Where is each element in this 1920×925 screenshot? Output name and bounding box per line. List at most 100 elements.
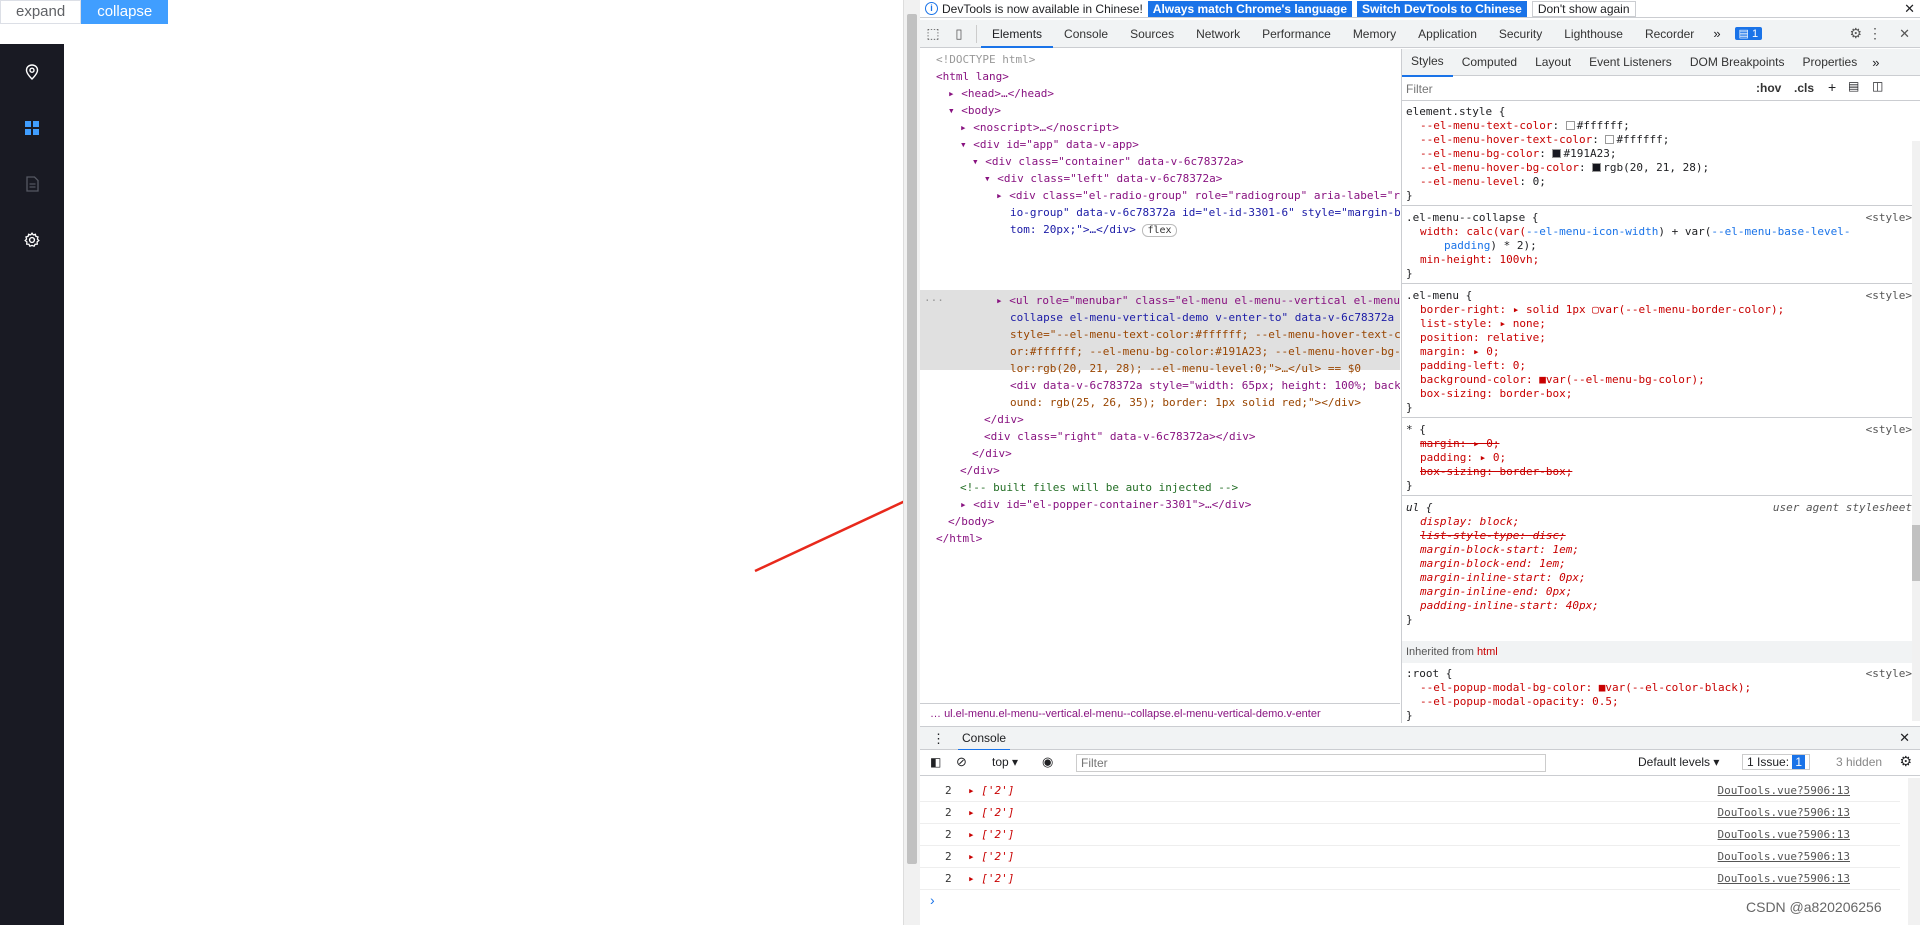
console-prompt[interactable]: › <box>930 892 935 908</box>
collapse-selector[interactable]: .el-menu--collapse { <box>1406 211 1538 225</box>
close-icon[interactable]: ✕ <box>1904 1 1915 17</box>
tab-elements[interactable]: Elements <box>981 20 1054 48</box>
dom-close-left[interactable]: </div> <box>984 413 1024 427</box>
color-swatch[interactable] <box>1605 135 1615 144</box>
collapse-minheight-prop[interactable]: min-height: 100vh; <box>1420 253 1539 267</box>
root-prop-2[interactable]: --el-popup-modal-opacity: 0.5; <box>1420 695 1619 709</box>
tab-computed[interactable]: Computed <box>1453 49 1526 76</box>
tab-performance[interactable]: Performance <box>1251 20 1342 48</box>
ul-prop-5[interactable]: margin-inline-start: 0px; <box>1420 571 1586 585</box>
console-drawer-tab[interactable]: Console <box>958 727 1011 751</box>
tab-application[interactable]: Application <box>1407 20 1488 48</box>
dom-div-spacer-1[interactable]: <div data-v-6c78372a style="width: 65px;… <box>1010 379 1400 393</box>
tab-recorder[interactable]: Recorder <box>1634 20 1705 48</box>
log-source-link[interactable]: DouTools.vue?5906:13 <box>1718 846 1850 868</box>
log-message[interactable]: ▸ ['2'] <box>968 846 1014 868</box>
root-selector[interactable]: :root { <box>1406 667 1452 681</box>
tab-event-listeners[interactable]: Event Listeners <box>1580 49 1681 76</box>
cls-toggle[interactable]: .cls <box>1794 81 1814 95</box>
add-rule-icon[interactable]: + <box>1828 79 1836 95</box>
styles-scroll-thumb[interactable] <box>1912 525 1920 581</box>
match-language-button[interactable]: Always match Chrome's language <box>1147 0 1353 17</box>
dom-app[interactable]: ▾ <div id="app" data-v-app> <box>960 138 1139 152</box>
menu-prop-7[interactable]: box-sizing: border-box; <box>1420 387 1572 401</box>
console-log-row[interactable]: 2 ▸ ['2'] DouTools.vue?5906:13 <box>920 802 1900 824</box>
tab-properties[interactable]: Properties <box>1794 49 1867 76</box>
color-swatch[interactable] <box>1565 121 1575 130</box>
ul-prop-1[interactable]: display: block; <box>1420 515 1519 529</box>
tab-styles[interactable]: Styles <box>1402 49 1453 77</box>
elements-tree[interactable]: <!DOCTYPE html> <html lang> ▸ <head>…</h… <box>920 49 1400 703</box>
console-settings-icon[interactable]: ⚙ <box>1899 753 1912 770</box>
el-prop-2[interactable]: --el-menu-hover-text-color: #ffffff; <box>1420 133 1669 147</box>
ul-prop-4[interactable]: margin-block-end: 1em; <box>1420 557 1566 571</box>
context-select[interactable]: top ▾ <box>992 755 1018 769</box>
collapse-width-prop[interactable]: width: calc(var(--el-menu-icon-width) + … <box>1420 225 1850 239</box>
star-prop-2[interactable]: padding: ▸ 0; <box>1420 451 1506 465</box>
menu-prop-1[interactable]: border-right: ▸ solid 1px ▢var(--el-menu… <box>1420 303 1784 317</box>
drawer-menu-icon[interactable]: ⋮ <box>932 731 945 747</box>
dom-body[interactable]: ▾ <body> <box>948 104 1001 118</box>
dont-show-again-button[interactable]: Don't show again <box>1531 0 1636 17</box>
dom-close-container[interactable]: </div> <box>972 447 1012 461</box>
star-prop-3[interactable]: box-sizing: border-box; <box>1420 465 1572 479</box>
more-tabs-icon[interactable]: » <box>1705 26 1728 41</box>
console-scrollbar[interactable] <box>1908 778 1920 925</box>
dom-close-body[interactable]: </body> <box>948 515 994 529</box>
styles-filter-input[interactable] <box>1406 80 1736 97</box>
dom-popper[interactable]: ▸ <div id="el-popper-container-3301">…</… <box>960 498 1251 512</box>
style-source-link[interactable]: <style> <box>1866 289 1912 302</box>
el-prop-1[interactable]: --el-menu-text-color: #ffffff; <box>1420 119 1630 133</box>
dom-close-app[interactable]: </div> <box>960 464 1000 478</box>
style-source-link[interactable]: <style> <box>1866 667 1912 680</box>
dom-close-html[interactable]: </html> <box>936 532 982 546</box>
tab-security[interactable]: Security <box>1488 20 1553 48</box>
issues-counter[interactable]: 1 Issue: 1 <box>1742 754 1811 770</box>
star-selector[interactable]: * { <box>1406 423 1426 437</box>
ul-prop-6[interactable]: margin-inline-end: 0px; <box>1420 585 1572 599</box>
el-prop-4[interactable]: --el-menu-hover-bg-color: rgb(20, 21, 28… <box>1420 161 1709 175</box>
paint-icon[interactable]: ▤ <box>1848 79 1859 93</box>
inspect-icon[interactable]: ⬚ <box>920 25 946 42</box>
style-source-link[interactable]: <style> <box>1866 423 1912 436</box>
inherited-tag[interactable]: html <box>1477 646 1498 658</box>
dom-noscript[interactable]: ▸ <noscript>…</noscript> <box>960 121 1119 135</box>
ul-prop-7[interactable]: padding-inline-start: 40px; <box>1420 599 1599 613</box>
log-message[interactable]: ▸ ['2'] <box>968 868 1014 890</box>
menu-prop-2[interactable]: list-style: ▸ none; <box>1420 317 1546 331</box>
ul-prop-2[interactable]: list-style-type: disc; <box>1420 529 1566 543</box>
log-source-link[interactable]: DouTools.vue?5906:13 <box>1718 824 1850 846</box>
settings-icon[interactable]: ⚙ <box>1849 25 1862 42</box>
dom-ul-menu-1[interactable]: ▸ <ul role="menubar" class="el-menu el-m… <box>996 294 1400 308</box>
page-scrollbar-thumb[interactable] <box>907 14 917 864</box>
dom-head[interactable]: ▸ <head>…</head> <box>948 87 1054 101</box>
sidebar-toggle-icon[interactable]: ◫ <box>1872 79 1883 93</box>
log-source-link[interactable]: DouTools.vue?5906:13 <box>1718 802 1850 824</box>
close-devtools-icon[interactable]: ✕ <box>1899 26 1910 42</box>
console-log-row[interactable]: 2 ▸ ['2'] DouTools.vue?5906:13 <box>920 824 1900 846</box>
switch-chinese-button[interactable]: Switch DevTools to Chinese <box>1357 0 1527 17</box>
log-message[interactable]: ▸ ['2'] <box>968 824 1014 846</box>
color-swatch[interactable] <box>1592 163 1602 172</box>
tab-sources[interactable]: Sources <box>1119 20 1185 48</box>
device-toggle-icon[interactable]: ▯ <box>946 26 972 42</box>
color-swatch[interactable] <box>1552 149 1562 158</box>
styles-scrollbar[interactable] <box>1912 141 1920 721</box>
dom-doctype[interactable]: <!DOCTYPE html> <box>936 53 1035 67</box>
dom-right[interactable]: <div class="right" data-v-6c78372a></div… <box>984 430 1256 444</box>
eye-icon[interactable]: ◉ <box>1042 754 1053 770</box>
close-drawer-icon[interactable]: ✕ <box>1899 730 1910 746</box>
console-log-row[interactable]: 2 ▸ ['2'] DouTools.vue?5906:13 <box>920 868 1900 890</box>
log-message[interactable]: ▸ ['2'] <box>968 780 1014 802</box>
dom-html[interactable]: <html lang> <box>936 70 1009 84</box>
root-prop-1[interactable]: --el-popup-modal-bg-color: ■var(--el-col… <box>1420 681 1751 695</box>
hov-toggle[interactable]: :hov <box>1756 81 1781 95</box>
tab-console[interactable]: Console <box>1053 20 1119 48</box>
style-source-link[interactable]: <style> <box>1866 211 1912 224</box>
log-source-link[interactable]: DouTools.vue?5906:13 <box>1718 780 1850 802</box>
el-prop-5[interactable]: --el-menu-level: 0; <box>1420 175 1546 189</box>
tab-layout[interactable]: Layout <box>1526 49 1580 76</box>
dom-radio-group-1[interactable]: ▸ <div class="el-radio-group" role="radi… <box>996 189 1400 203</box>
log-message[interactable]: ▸ ['2'] <box>968 802 1014 824</box>
ul-selector[interactable]: ul { <box>1406 501 1433 515</box>
